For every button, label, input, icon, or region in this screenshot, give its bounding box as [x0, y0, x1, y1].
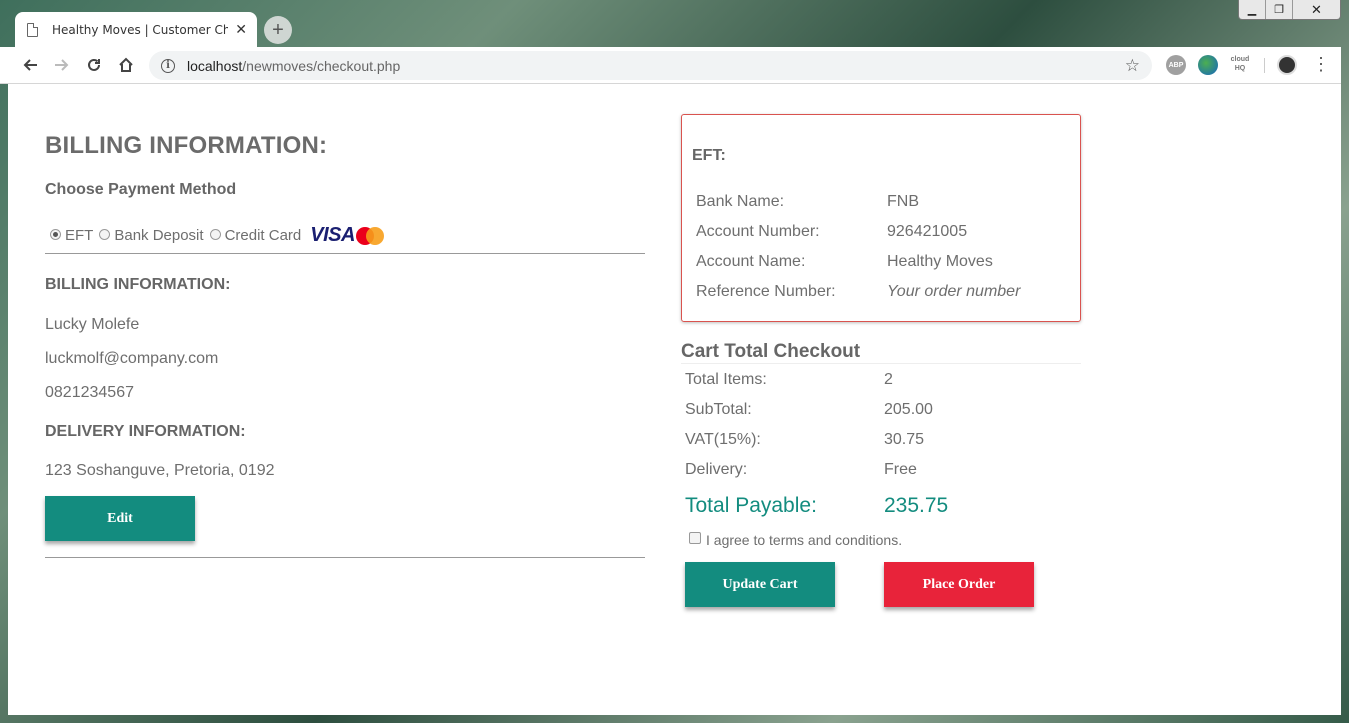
url-text[interactable]: localhost/newmoves/checkout.php: [187, 58, 400, 74]
payment-option-label: Credit Card: [224, 227, 302, 244]
payment-option-credit-card[interactable]: Credit Card: [209, 227, 302, 244]
tab-close-icon[interactable]: ✕: [235, 21, 247, 38]
minimize-button[interactable]: ▁: [1239, 0, 1266, 19]
cart-key: Total Items:: [685, 371, 767, 388]
url-host: localhost: [187, 57, 243, 74]
address-bar[interactable]: i localhost/newmoves/checkout.php ☆: [149, 51, 1152, 80]
divider: [45, 557, 645, 558]
total-payable-value: 235.75: [884, 494, 949, 517]
arrow-right-icon: [55, 59, 69, 71]
eft-title: EFT:: [692, 147, 726, 164]
divider: [45, 253, 645, 254]
eft-row-reference-number: Reference Number: Your order number: [696, 283, 1020, 301]
total-payable-row: Total Payable: 235.75: [685, 494, 948, 518]
cart-value: 2: [884, 371, 893, 388]
cart-key: VAT(15%):: [685, 431, 761, 448]
home-icon: [119, 57, 133, 72]
radio-eft[interactable]: [50, 229, 61, 240]
cart-row-total-items: Total Items: 2: [685, 371, 893, 389]
close-window-button[interactable]: ✕: [1293, 0, 1340, 19]
cart-row-subtotal: SubTotal: 205.00: [685, 401, 933, 419]
terms-checkbox[interactable]: [689, 532, 701, 544]
mastercard-logo-icon: [355, 226, 384, 245]
eft-key: Bank Name:: [696, 193, 785, 210]
menu-dots-icon[interactable]: ⋮: [1312, 53, 1330, 75]
profile-avatar[interactable]: [1277, 55, 1297, 75]
payment-option-label: EFT: [65, 227, 94, 244]
adblock-extension-icon[interactable]: ABP: [1166, 55, 1186, 75]
tab-title: Healthy Moves | Customer Checkout: [52, 22, 228, 37]
eft-row-bank-name: Bank Name: FNB: [696, 193, 919, 211]
cloudhq-extension-icon[interactable]: cloud HQ: [1230, 55, 1250, 75]
globe-extension-icon[interactable]: [1198, 55, 1218, 75]
payment-option-eft[interactable]: EFT: [50, 227, 93, 244]
cart-value: 205.00: [884, 401, 933, 418]
eft-details-box: EFT: Bank Name: FNB Account Number: 9264…: [681, 114, 1081, 322]
browser-toolbar: i localhost/newmoves/checkout.php ☆ ABP …: [0, 47, 1341, 84]
terms-agreement[interactable]: I agree to terms and conditions.: [689, 532, 902, 548]
url-path: /newmoves/checkout.php: [242, 57, 401, 74]
total-payable-label: Total Payable:: [685, 494, 817, 517]
reload-icon: [88, 58, 100, 71]
payment-option-label: Bank Deposit: [114, 227, 204, 244]
edit-button[interactable]: Edit: [45, 496, 195, 541]
info-icon[interactable]: i: [161, 58, 175, 73]
radio-credit-card[interactable]: [209, 229, 221, 240]
customer-name: Lucky Molefe: [45, 316, 140, 333]
maximize-button[interactable]: ❐: [1266, 0, 1293, 19]
cart-value: 30.75: [884, 431, 925, 448]
back-button[interactable]: [14, 49, 46, 81]
delivery-subheading: DELIVERY INFORMATION:: [45, 423, 246, 440]
eft-value: Healthy Moves: [887, 253, 993, 270]
eft-value: 926421005: [887, 223, 968, 240]
browser-titlebar: Healthy Moves | Customer Checkout ✕ + ▁ …: [0, 0, 1349, 47]
eft-row-account-name: Account Name: Healthy Moves: [696, 253, 993, 271]
reload-button[interactable]: [78, 49, 110, 81]
eft-value: FNB: [887, 193, 919, 210]
customer-email: luckmolf@company.com: [45, 350, 219, 367]
eft-value: Your order number: [887, 283, 1021, 300]
arrow-left-icon: [23, 59, 37, 71]
terms-label: I agree to terms and conditions.: [706, 532, 903, 548]
eft-key: Account Name:: [696, 253, 806, 270]
eft-key: Account Number:: [696, 223, 820, 240]
page-icon: [27, 22, 38, 37]
eft-row-account-number: Account Number: 926421005: [696, 223, 967, 241]
payment-option-bank-deposit[interactable]: Bank Deposit: [99, 227, 204, 244]
payment-method-options: EFT Bank Deposit Credit Card VISA: [50, 224, 384, 247]
checkout-page: BILLING INFORMATION: Choose Payment Meth…: [8, 84, 1341, 715]
customer-phone: 0821234567: [45, 384, 134, 401]
radio-bank-deposit[interactable]: [99, 229, 111, 240]
cart-total-title: Cart Total Checkout: [681, 341, 861, 362]
eft-key: Reference Number:: [696, 283, 836, 300]
browser-tab[interactable]: Healthy Moves | Customer Checkout ✕: [15, 12, 257, 47]
bookmark-star-icon[interactable]: ☆: [1125, 56, 1140, 76]
page-title: BILLING INFORMATION:: [45, 132, 328, 159]
forward-button[interactable]: [46, 49, 78, 81]
cart-key: SubTotal:: [685, 401, 752, 418]
divider: [681, 363, 1081, 364]
cart-row-delivery: Delivery: Free: [685, 461, 917, 479]
visa-logo: VISA: [310, 224, 355, 246]
choose-payment-label: Choose Payment Method: [45, 181, 237, 198]
delivery-address: 123 Soshanguve, Pretoria, 0192: [45, 462, 275, 479]
place-order-button[interactable]: Place Order: [884, 562, 1034, 607]
toolbar-divider: [1264, 58, 1265, 73]
new-tab-button[interactable]: +: [264, 16, 292, 44]
billing-subheading: BILLING INFORMATION:: [45, 276, 231, 293]
cart-key: Delivery:: [685, 461, 748, 478]
cart-row-vat: VAT(15%): 30.75: [685, 431, 924, 449]
home-button[interactable]: [110, 49, 142, 81]
cart-value: Free: [884, 461, 917, 478]
update-cart-button[interactable]: Update Cart: [685, 562, 835, 607]
window-controls: ▁ ❐ ✕: [1238, 0, 1341, 20]
